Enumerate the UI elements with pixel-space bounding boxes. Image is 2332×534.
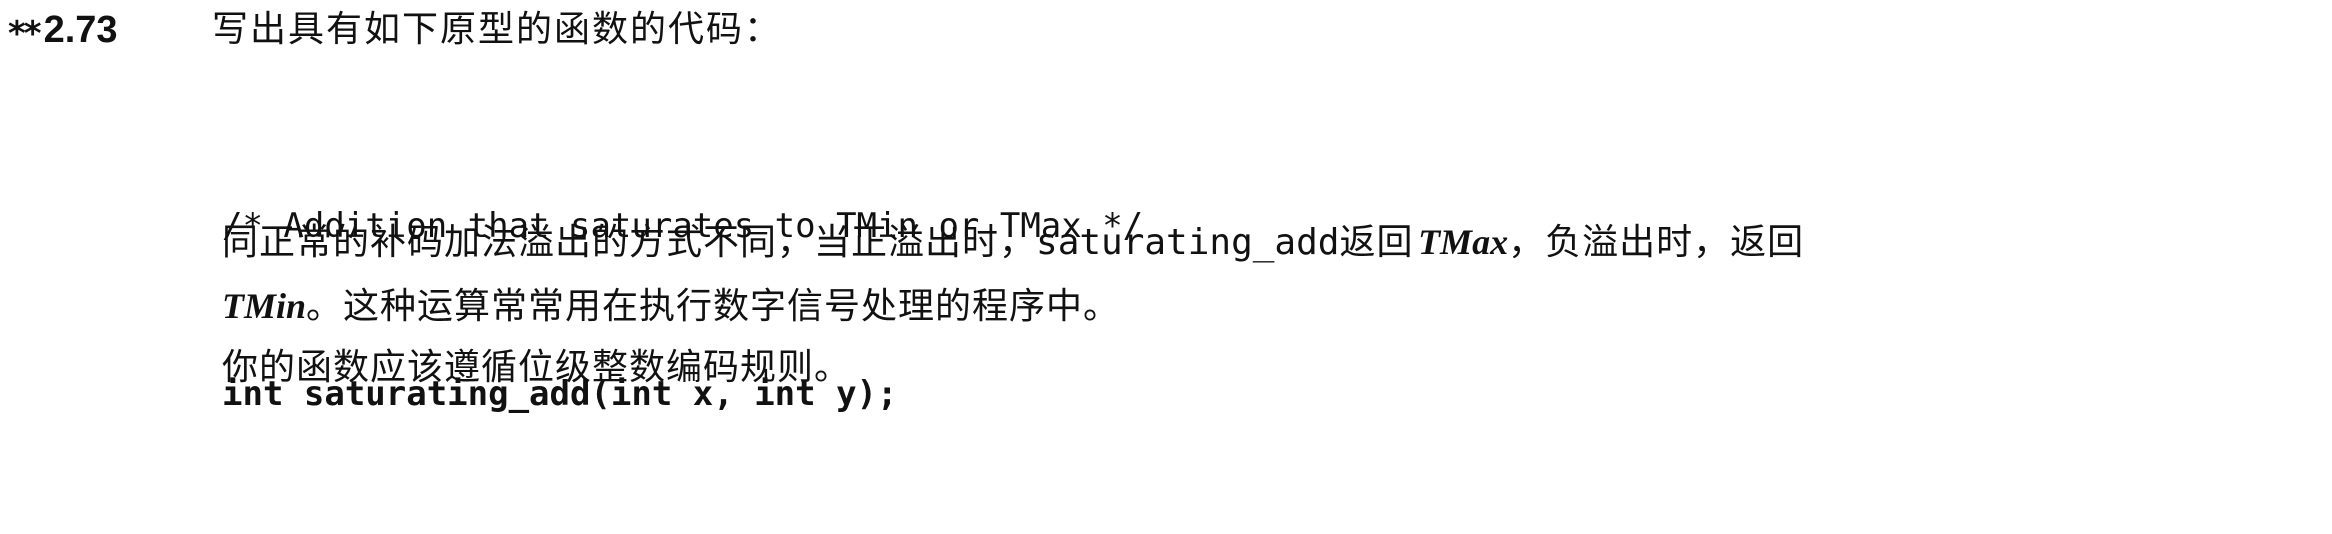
textbook-page: ** 2.73 写出具有如下原型的函数的代码： /* Addition that… <box>0 0 2332 444</box>
paragraph-usage: TMin。这种运算常常用在执行数字信号处理的程序中。 <box>222 276 1120 337</box>
tmin-term: TMin <box>222 286 307 326</box>
paragraph-text: 同正常的补码加法溢出的方式不同，当正溢出时， <box>222 222 1037 263</box>
problem-statement: 写出具有如下原型的函数的代码： <box>212 9 783 50</box>
function-name: saturating_add <box>1036 222 1340 263</box>
difficulty-stars: ** <box>8 14 42 54</box>
problem-header: ** 2.73 <box>8 6 118 54</box>
paragraph-text: ，负溢出时，返回 <box>1508 222 1805 263</box>
paragraph-overflow-description: 同正常的补码加法溢出的方式不同，当正溢出时，saturating_add返回 T… <box>222 212 1804 273</box>
paragraph-text: 。这种运算常常用在执行数字信号处理的程序中。 <box>306 286 1121 327</box>
problem-number: 2.73 <box>43 9 118 51</box>
paragraph-text: 返回 <box>1339 222 1414 263</box>
paragraph-rule: 你的函数应该遵循位级整数编码规则。 <box>222 338 851 398</box>
paragraph-text: 你的函数应该遵循位级整数编码规则。 <box>222 347 852 388</box>
tmax-term: TMax <box>1418 222 1509 262</box>
